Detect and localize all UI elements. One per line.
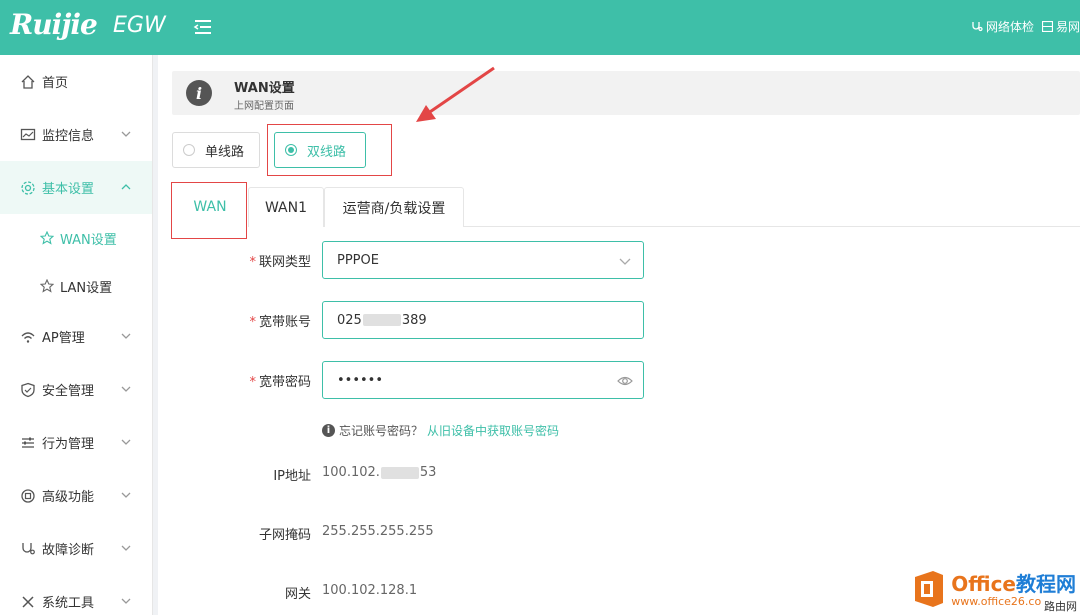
annotation-box (171, 182, 247, 239)
eye-icon[interactable] (617, 373, 633, 389)
sidebar: 首页 监控信息 基本设置 WAN设置 LAN设置 AP管理 安全管理 行为管理 … (0, 55, 153, 615)
sidebar-item-label: 高级功能 (42, 490, 95, 505)
tab-isp-load[interactable]: 运营商/负载设置 (324, 187, 464, 227)
sidebar-item-home[interactable]: 首页 (0, 55, 152, 108)
chevron-down-icon (121, 439, 131, 445)
sidebar-item-label: 基本设置 (42, 182, 95, 197)
star-icon (40, 231, 54, 245)
chevron-up-icon (121, 184, 131, 190)
office-logo-icon (915, 571, 944, 607)
network-check-label: 网络体检 (985, 20, 1034, 34)
sidebar-item-diagnosis[interactable]: 故障诊断 (0, 522, 152, 575)
sidebar-item-advanced[interactable]: 高级功能 (0, 469, 152, 522)
monitor-icon (20, 128, 36, 140)
sidebar-item-label: 安全管理 (42, 384, 95, 399)
sidebar-item-ap-management[interactable]: AP管理 (0, 310, 152, 363)
watermark-brand: Office教程网 (951, 572, 1076, 596)
sidebar-item-monitor[interactable]: 监控信息 (0, 108, 152, 161)
mask-label: 子网掩码 (258, 528, 311, 543)
sidebar-item-wan-settings[interactable]: WAN设置 (0, 214, 152, 262)
page-banner: i WAN设置 上网配置页面 (172, 71, 1080, 115)
redacted-mask (362, 314, 401, 326)
sidebar-item-lan-settings[interactable]: LAN设置 (0, 262, 152, 310)
chevron-down-icon (121, 492, 131, 498)
annotation-box (267, 124, 392, 176)
password-input[interactable]: •••••• (322, 361, 644, 399)
header-actions: 网络体检 易网 (971, 18, 1080, 35)
ip-value: 100.102. 53 (322, 465, 437, 480)
product-name: EGW (113, 13, 166, 38)
star-icon (40, 279, 54, 293)
sidebar-item-basic-settings[interactable]: 基本设置 (0, 161, 152, 214)
chevron-down-icon (121, 333, 131, 339)
get-account-link[interactable]: 从旧设备中获取账号密码 (427, 422, 559, 439)
tab-wan1[interactable]: WAN1 (248, 187, 324, 227)
chip-icon (21, 488, 35, 503)
single-line-radio[interactable]: 单线路 (172, 132, 260, 168)
ip-label: IP地址 (273, 469, 311, 484)
chevron-down-icon (121, 598, 131, 604)
password-value: •••••• (337, 372, 384, 388)
conn-type-select[interactable]: PPPOE (322, 241, 644, 279)
info-icon: i (186, 80, 212, 106)
sliders-icon (22, 437, 34, 448)
top-header: Ruijie EGW 网络体检 易网 (0, 0, 1080, 55)
page-subtitle: 上网配置页面 (234, 101, 294, 112)
network-check-button[interactable]: 网络体检 (971, 18, 1034, 35)
chevron-down-icon (121, 386, 131, 392)
sidebar-item-label: 首页 (42, 76, 69, 91)
gateway-label: 网关 (284, 587, 311, 602)
tools-icon (22, 595, 34, 608)
sidebar-item-system-tools[interactable]: 系统工具 (0, 575, 152, 615)
chevron-down-icon (121, 131, 131, 137)
redacted-mask (380, 466, 419, 479)
watermark-corner: 路由网 (1041, 597, 1080, 615)
sidebar-item-label: AP管理 (42, 331, 85, 346)
sidebar-item-label: LAN设置 (60, 280, 113, 296)
page-title: WAN设置 (234, 81, 295, 96)
stethoscope-icon (972, 21, 983, 31)
main-content: i WAN设置 上网配置页面 单线路 双线路 WAN WAN1 运营商/负载设置… (158, 55, 1080, 615)
sidebar-item-security[interactable]: 安全管理 (0, 363, 152, 416)
wan-tabs: WAN WAN1 运营商/负载设置 (172, 187, 1080, 227)
conn-type-value: PPPOE (337, 252, 379, 268)
home-icon (21, 74, 35, 89)
easy-net-label: 易网 (1055, 20, 1080, 34)
account-suffix: 389 (401, 312, 427, 328)
sidebar-item-label: WAN设置 (60, 232, 117, 248)
easy-net-button[interactable]: 易网 (1041, 18, 1080, 35)
sidebar-item-label: 监控信息 (42, 129, 95, 144)
mask-value: 255.255.255.255 (322, 524, 434, 539)
single-line-label: 单线路 (205, 144, 245, 160)
password-label: * 宽带密码 (249, 375, 311, 390)
sidebar-item-label: 系统工具 (42, 596, 95, 611)
account-prefix: 025 (337, 312, 362, 328)
gateway-value: 100.102.128.1 (322, 583, 418, 598)
account-input[interactable]: 025 389 (322, 301, 644, 339)
stethoscope-icon (22, 542, 35, 554)
gear-icon (21, 180, 35, 195)
hint-text: 忘记账号密码？ (339, 424, 424, 438)
ruijie-logo: Ruijie (10, 8, 98, 41)
menu-toggle-icon[interactable] (193, 17, 213, 37)
account-label: * 宽带账号 (249, 315, 311, 330)
chevron-down-icon (619, 258, 631, 265)
shield-icon (21, 382, 35, 397)
radio-icon (183, 144, 195, 156)
wifi-icon (21, 331, 35, 343)
sidebar-item-label: 故障诊断 (42, 543, 95, 558)
chevron-down-icon (121, 545, 131, 551)
forgot-hint: i 忘记账号密码？ 从旧设备中获取账号密码 (322, 422, 559, 439)
grid-icon (1041, 21, 1053, 32)
help-icon: i (322, 424, 335, 437)
sidebar-item-label: 行为管理 (42, 437, 95, 452)
conn-type-label: * 联网类型 (249, 255, 311, 270)
sidebar-item-behavior[interactable]: 行为管理 (0, 416, 152, 469)
